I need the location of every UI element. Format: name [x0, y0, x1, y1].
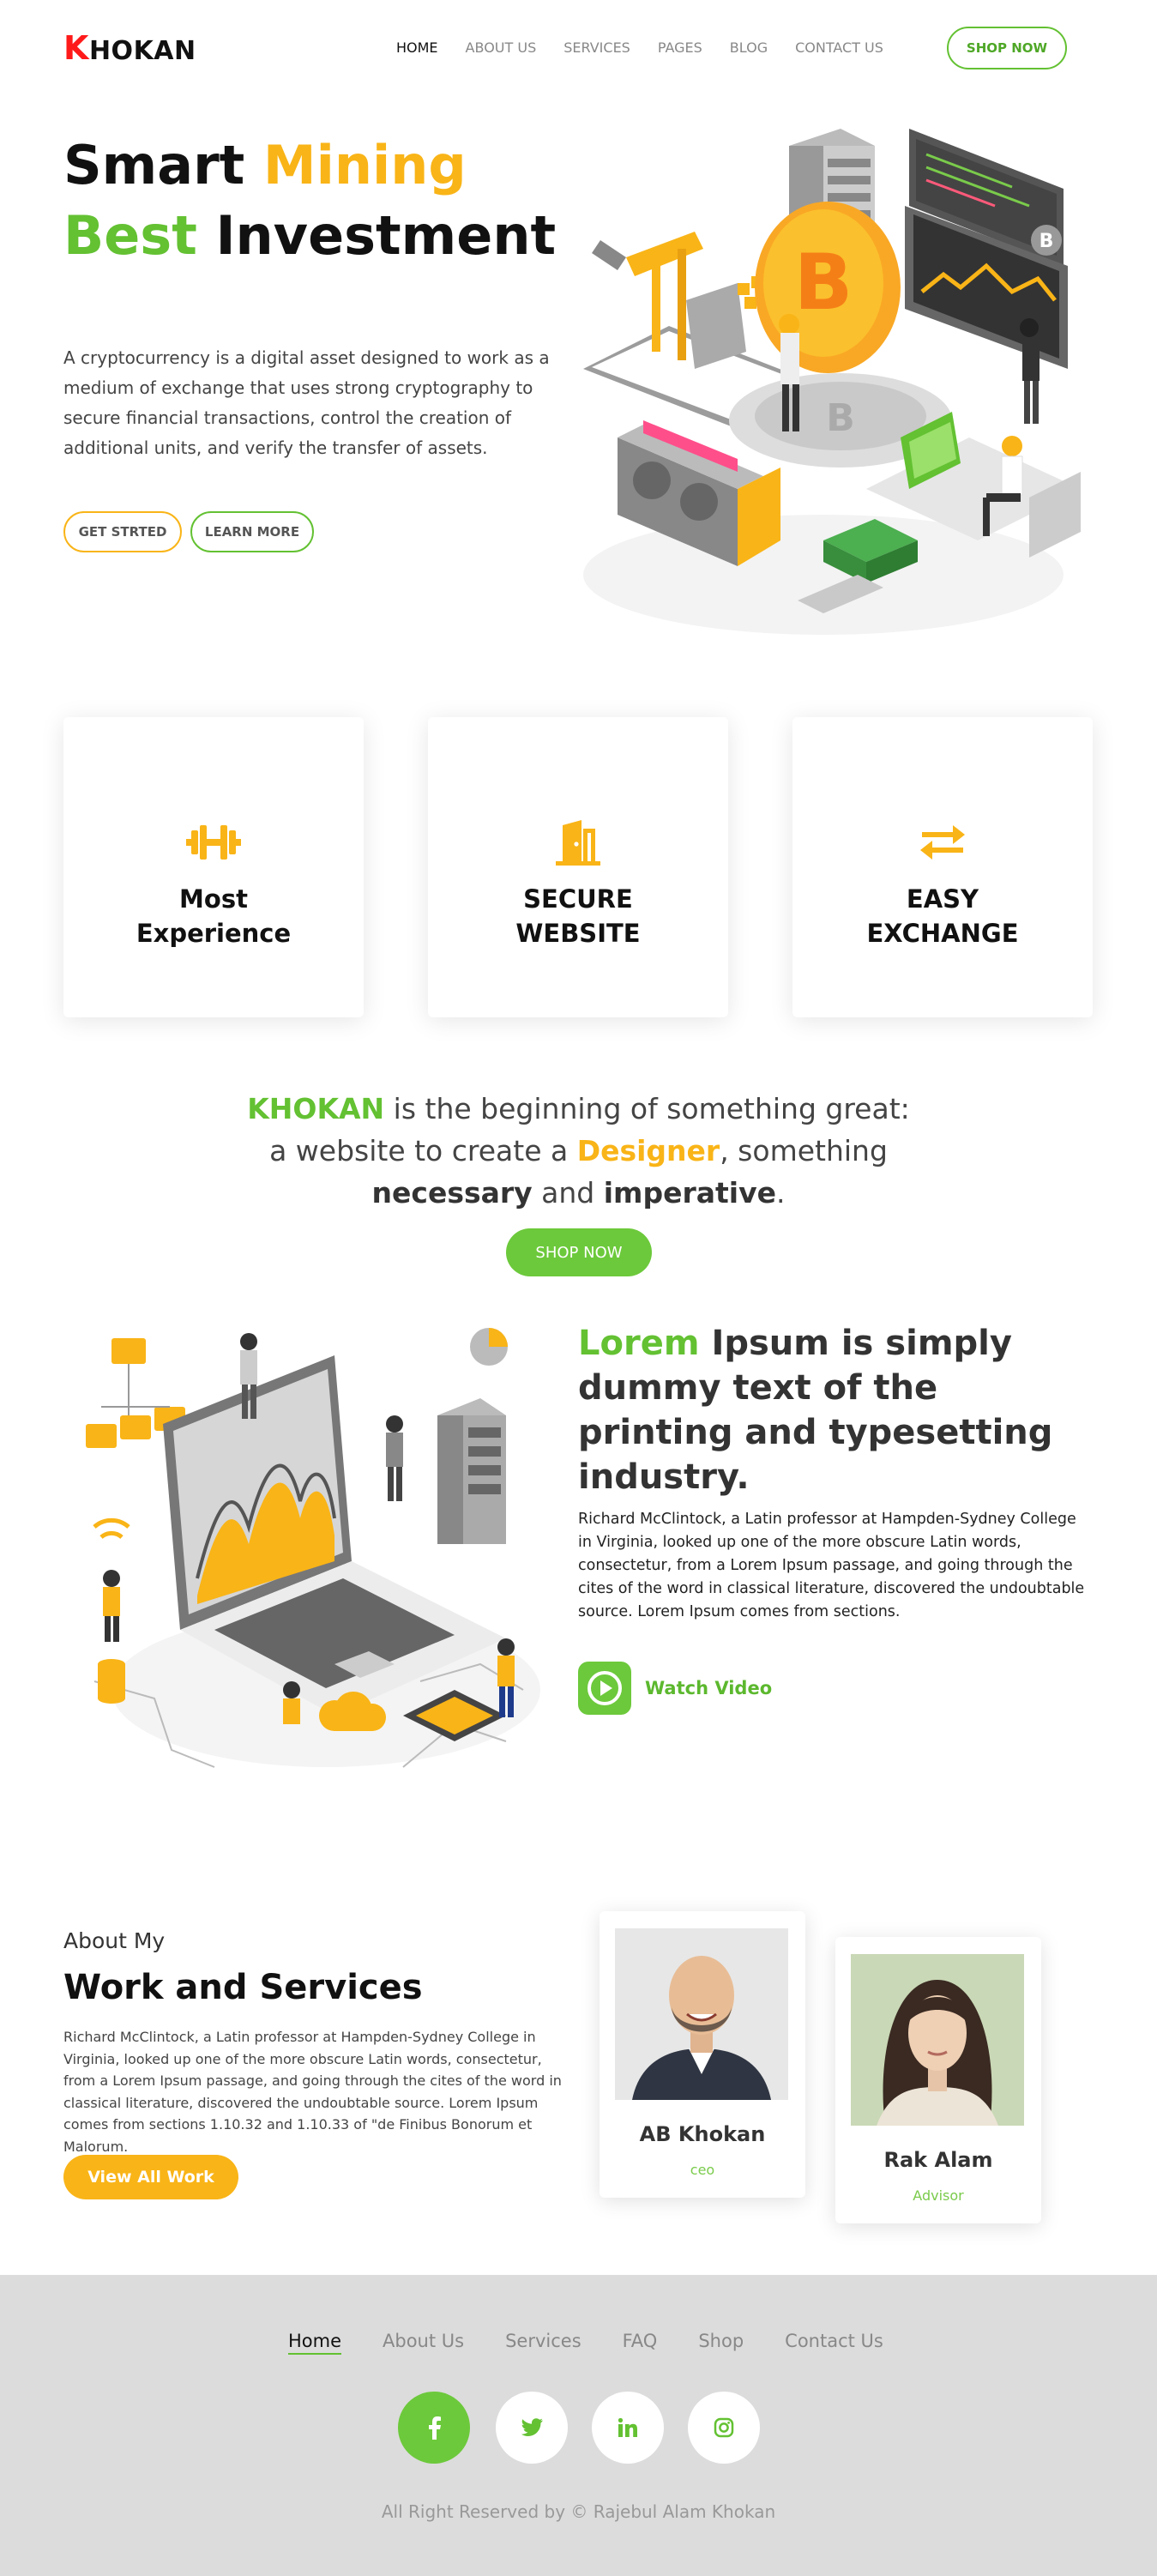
feature-title: EASY EXCHANGE — [866, 884, 1019, 948]
work-kicker: About My — [63, 1928, 166, 1953]
footer-link-about-us[interactable]: About Us — [383, 2331, 464, 2355]
top-navbar: KHOKAN HOME ABOUT US SERVICES PAGES BLOG… — [0, 0, 1157, 94]
exchange-arrows-icon — [792, 818, 1093, 866]
svg-text:B: B — [826, 396, 855, 440]
facebook-icon[interactable] — [398, 2392, 470, 2464]
view-all-work-button[interactable]: View All Work — [63, 2155, 238, 2199]
shop-now-button[interactable]: SHOP NOW — [947, 27, 1067, 69]
about-paragraph: Richard McClintock, a Latin professor at… — [578, 1511, 1085, 1620]
svg-text:B: B — [794, 238, 853, 328]
logo[interactable]: KHOKAN — [63, 29, 196, 67]
dumbbell-icon — [63, 818, 364, 866]
hero-title: Smart Mining Best Investment — [63, 130, 556, 271]
watch-video-label[interactable]: Watch Video — [645, 1678, 772, 1698]
nav-item-blog[interactable]: BLOG — [730, 39, 768, 56]
get-started-button[interactable]: GET STRTED — [63, 511, 182, 552]
hero-title-smart: Smart — [63, 134, 245, 196]
logo-text: HOKAN — [88, 36, 196, 66]
logo-letter-k: K — [63, 29, 89, 67]
main-menu: HOME ABOUT US SERVICES PAGES BLOG CONTAC… — [396, 39, 911, 56]
play-icon[interactable] — [578, 1662, 631, 1715]
feature-card-secure-website: SECURE WEBSITE — [428, 717, 728, 1017]
team-member-role: ceo — [690, 2162, 715, 2178]
work-paragraph: Richard McClintock, a Latin professor at… — [63, 2029, 562, 2155]
footer-link-shop[interactable]: Shop — [698, 2331, 744, 2355]
team-member-name: Rak Alam — [883, 2148, 993, 2172]
avatar — [851, 1954, 1024, 2126]
intro-shop-now-button[interactable]: SHOP NOW — [506, 1228, 652, 1276]
about-heading: Lorem Ipsum is simply dummy text of the … — [578, 1324, 1053, 1497]
footer-link-contact-us[interactable]: Contact Us — [785, 2331, 883, 2355]
hero-description: A cryptocurrency is a digital asset desi… — [63, 347, 550, 458]
hero-title-investment: Investment — [215, 204, 557, 267]
nav-item-pages[interactable]: PAGES — [658, 39, 702, 56]
intro-statement: KHOKAN is the beginning of something gre… — [247, 1092, 910, 1210]
footer-link-faq[interactable]: FAQ — [623, 2331, 658, 2355]
avatar — [615, 1928, 788, 2100]
footer-link-home[interactable]: Home — [288, 2331, 342, 2355]
team-member-name: AB Khokan — [639, 2122, 766, 2146]
copyright-text: All Right Reserved by © Rajebul Alam Kho… — [381, 2501, 776, 2522]
team-card-ab-khokan: AB Khokan ceo — [600, 1911, 805, 2198]
team-member-role: Advisor — [913, 2187, 964, 2204]
feature-card-experience: Most Experience — [63, 717, 364, 1017]
footer-link-services[interactable]: Services — [505, 2331, 582, 2355]
nav-item-contact-us[interactable]: CONTACT US — [795, 39, 883, 56]
nav-item-services[interactable]: SERVICES — [563, 39, 630, 56]
svg-text:B: B — [1039, 231, 1054, 252]
footer: Home About Us Services FAQ Shop Contact … — [0, 2275, 1157, 2576]
feature-title: Most Experience — [136, 884, 292, 948]
team-card-rak-alam: Rak Alam Advisor — [835, 1937, 1041, 2223]
hero-title-mining: Mining — [262, 134, 467, 196]
work-title: Work and Services — [63, 1968, 423, 2007]
watch-video-link[interactable]: Watch Video — [578, 1662, 772, 1715]
footer-menu: Home About Us Services FAQ Shop Contact … — [288, 2331, 925, 2355]
linkedin-icon[interactable] — [592, 2392, 664, 2464]
learn-more-button[interactable]: LEARN MORE — [190, 511, 314, 552]
instagram-icon[interactable] — [688, 2392, 760, 2464]
crypto-mining-illustration: B B B — [583, 129, 1081, 635]
feature-title: SECURE WEBSITE — [515, 884, 641, 948]
twitter-icon[interactable] — [496, 2392, 568, 2464]
page: KHOKAN HOME ABOUT US SERVICES PAGES BLOG… — [0, 0, 1157, 2576]
hero-title-best: Best — [63, 204, 197, 267]
nav-item-home[interactable]: HOME — [396, 39, 438, 56]
door-icon — [428, 818, 728, 866]
feature-card-easy-exchange: EASY EXCHANGE — [792, 717, 1093, 1017]
nav-item-about-us[interactable]: ABOUT US — [466, 39, 537, 56]
laptop-analytics-illustration — [86, 1328, 540, 1768]
